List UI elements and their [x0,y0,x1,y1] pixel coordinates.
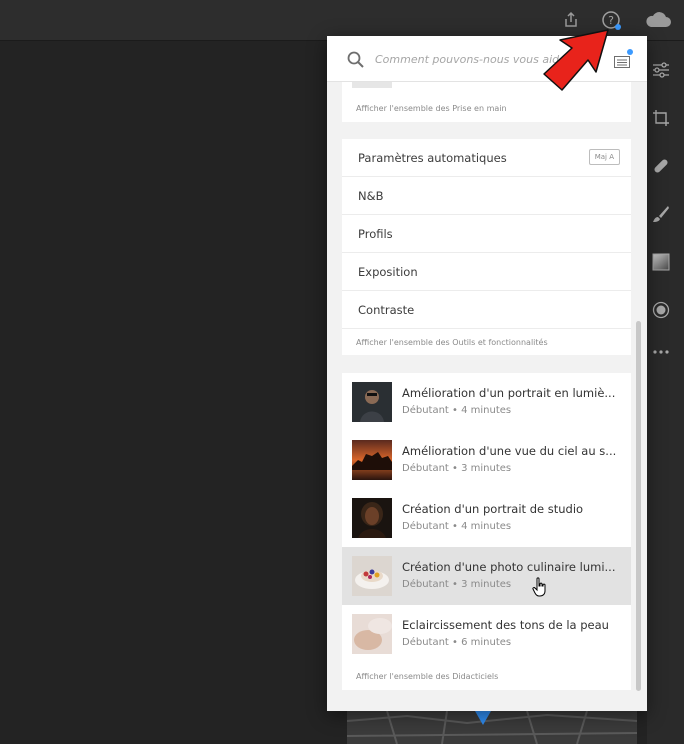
more-icon[interactable] [652,343,670,361]
tutorial-meta: Débutant • 4 minutes [402,521,512,532]
tutorial-item[interactable]: Création d'un portrait de studio Débutan… [342,489,631,547]
shortcut-badge: Maj A [588,149,620,165]
tutorial-title: Amélioration d'un portrait en lumiè... [402,386,616,400]
tool-item-label: Contraste [358,303,415,317]
help-panel: Afficher l'ensemble des Prise en main Pa… [327,36,647,711]
edit-tools-panel [647,41,684,744]
tool-item-auto-settings[interactable]: Paramètres automatiques Maj A [342,139,631,177]
help-content[interactable]: Afficher l'ensemble des Prise en main Pa… [327,82,647,711]
cloud-icon[interactable] [643,8,673,32]
search-icon [347,51,364,68]
adjust-sliders-icon[interactable] [652,61,670,79]
brush-icon[interactable] [652,205,670,223]
radial-icon[interactable] [652,301,670,319]
healing-icon[interactable] [652,157,670,175]
photo-canvas [0,41,327,744]
tool-item-profiles[interactable]: Profils [342,215,631,253]
tool-item-label: Profils [358,227,393,241]
tutorial-thumbnail [352,614,392,654]
whats-new-notification-dot [627,49,633,55]
tutorial-thumbnail [352,382,392,422]
tool-item-label: Exposition [358,265,418,279]
tutorial-title: Amélioration d'une vue du ciel au s... [402,444,617,458]
crop-icon[interactable] [652,109,670,127]
map-preview [347,711,637,744]
tool-item-exposure[interactable]: Exposition [342,253,631,291]
tutorial-title: Eclaircissement des tons de la peau [402,618,609,632]
tool-item-contrast[interactable]: Contraste [342,291,631,329]
tutorial-meta: Débutant • 6 minutes [402,637,512,648]
gradient-icon[interactable] [652,253,670,271]
help-scrollbar[interactable] [636,321,641,691]
tutorial-meta: Débutant • 3 minutes [402,463,512,474]
tutorial-thumbnail [352,498,392,538]
getting-started-thumb [352,82,392,88]
tutorial-title: Création d'un portrait de studio [402,502,584,516]
tutorial-item[interactable]: Amélioration d'un portrait en lumiè... D… [342,373,631,431]
tutorial-thumbnail [352,556,392,596]
tool-item-label: N&B [358,189,384,203]
svg-text:?: ? [608,14,614,27]
tools-see-all-link[interactable]: Afficher l'ensemble des Outils et foncti… [356,338,548,347]
tutorial-thumbnail [352,440,392,480]
hand-cursor-icon [532,577,546,597]
red-arrow-annotation [543,29,609,91]
tutorials-card: Amélioration d'un portrait en lumiè... D… [342,373,631,690]
tutorial-item[interactable]: Création d'une photo culinaire lumi... D… [342,547,631,605]
getting-started-see-all-link[interactable]: Afficher l'ensemble des Prise en main [356,104,507,113]
tutorial-meta: Débutant • 3 minutes [402,579,512,590]
tools-card: Paramètres automatiques Maj A N&B Profil… [342,139,631,355]
tutorial-item[interactable]: Eclaircissement des tons de la peau Débu… [342,605,631,663]
tutorial-item[interactable]: Amélioration d'une vue du ciel au s... D… [342,431,631,489]
tutorial-title: Création d'une photo culinaire lumi... [402,560,616,574]
tool-item-bw[interactable]: N&B [342,177,631,215]
tutorial-meta: Débutant • 4 minutes [402,405,512,416]
tool-item-label: Paramètres automatiques [358,151,507,165]
tutorials-see-all-link[interactable]: Afficher l'ensemble des Didacticiels [356,672,498,681]
